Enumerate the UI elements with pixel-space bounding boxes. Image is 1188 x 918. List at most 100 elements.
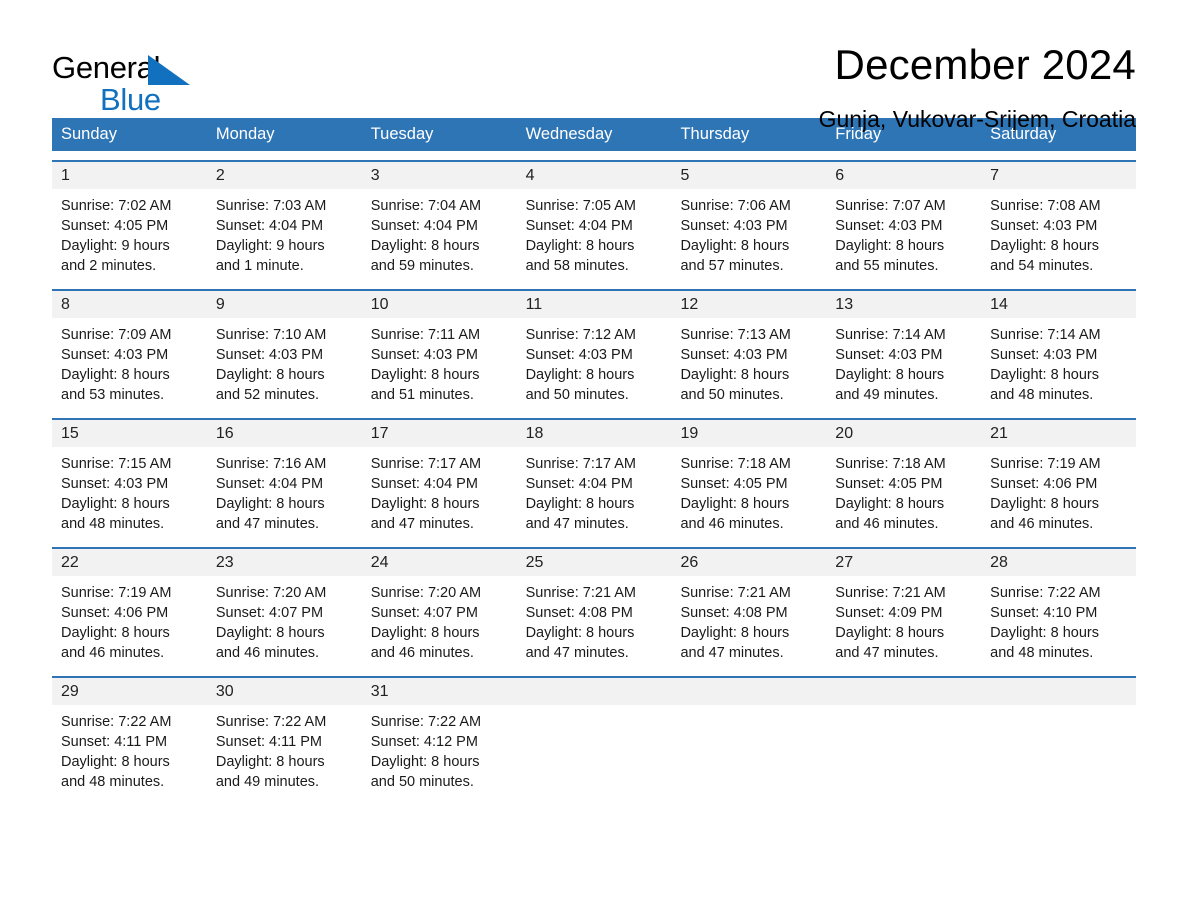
day-cell[interactable]: 27 Sunrise: 7:21 AM Sunset: 4:09 PM Dayl… (826, 549, 982, 667)
day-info (671, 705, 826, 712)
day-number-band: 10 (361, 291, 517, 318)
daylight-text-line1: Daylight: 8 hours (61, 625, 170, 641)
day-number-band: 23 (206, 549, 362, 576)
day-cell[interactable]: 5 Sunrise: 7:06 AM Sunset: 4:03 PM Dayli… (671, 162, 827, 280)
day-cell[interactable]: 13 Sunrise: 7:14 AM Sunset: 4:03 PM Dayl… (826, 291, 982, 409)
daylight-text-line1: Daylight: 8 hours (370, 625, 480, 641)
sunset-text: Sunset: 4:03 PM (835, 347, 943, 363)
day-number: 9 (215, 296, 225, 313)
sunset-text: Sunset: 4:11 PM (61, 734, 168, 750)
daylight-text-line1: Daylight: 8 hours (61, 496, 170, 512)
sunset-text: Sunset: 4:05 PM (680, 476, 788, 492)
daylight-text-line1: Daylight: 9 hours (61, 238, 170, 254)
daylight-text-line2: and 58 minutes. (525, 258, 629, 274)
daylight-text-line1: Daylight: 8 hours (990, 238, 1099, 254)
day-cell[interactable]: 25 Sunrise: 7:21 AM Sunset: 4:08 PM Dayl… (516, 549, 672, 667)
sunrise-text: Sunrise: 7:21 AM (680, 585, 791, 601)
day-info: Sunrise: 7:04 AM Sunset: 4:04 PM Dayligh… (362, 189, 517, 276)
day-cell[interactable]: 12 Sunrise: 7:13 AM Sunset: 4:03 PM Dayl… (671, 291, 827, 409)
sunrise-text: Sunrise: 7:19 AM (61, 585, 172, 601)
sunset-text: Sunset: 4:03 PM (61, 476, 169, 492)
day-number: 25 (525, 554, 544, 571)
daylight-text-line2: and 1 minute. (215, 258, 304, 274)
daylight-text-line2: and 52 minutes. (215, 387, 320, 403)
day-cell[interactable]: 26 Sunrise: 7:21 AM Sunset: 4:08 PM Dayl… (671, 549, 827, 667)
day-cell[interactable]: 23 Sunrise: 7:20 AM Sunset: 4:07 PM Dayl… (206, 549, 362, 667)
day-cell[interactable]: 21 Sunrise: 7:19 AM Sunset: 4:06 PM Dayl… (981, 420, 1137, 538)
day-number-band (516, 678, 672, 705)
day-number-band: 27 (826, 549, 982, 576)
sunrise-text: Sunrise: 7:09 AM (61, 327, 172, 343)
day-number-band: 14 (981, 291, 1137, 318)
day-cell[interactable]: 24 Sunrise: 7:20 AM Sunset: 4:07 PM Dayl… (361, 549, 517, 667)
day-cell[interactable]: 11 Sunrise: 7:12 AM Sunset: 4:03 PM Dayl… (516, 291, 672, 409)
sunset-text: Sunset: 4:03 PM (525, 347, 633, 363)
day-cell[interactable]: 6 Sunrise: 7:07 AM Sunset: 4:03 PM Dayli… (826, 162, 982, 280)
day-info: Sunrise: 7:18 AM Sunset: 4:05 PM Dayligh… (671, 447, 826, 534)
day-cell[interactable]: 22 Sunrise: 7:19 AM Sunset: 4:06 PM Dayl… (52, 549, 207, 667)
sunrise-text: Sunrise: 7:03 AM (215, 198, 327, 214)
day-cell[interactable]: 30 Sunrise: 7:22 AM Sunset: 4:11 PM Dayl… (206, 678, 362, 796)
sunset-text: Sunset: 4:03 PM (215, 347, 324, 363)
daylight-text-line1: Daylight: 8 hours (680, 367, 790, 383)
day-cell-empty (671, 678, 827, 796)
day-cell[interactable]: 17 Sunrise: 7:17 AM Sunset: 4:04 PM Dayl… (361, 420, 517, 538)
day-number: 20 (835, 425, 854, 442)
day-number: 6 (835, 167, 845, 184)
day-number: 4 (525, 167, 535, 184)
day-info: Sunrise: 7:03 AM Sunset: 4:04 PM Dayligh… (207, 189, 362, 276)
day-number: 30 (215, 683, 234, 700)
day-info: Sunrise: 7:06 AM Sunset: 4:03 PM Dayligh… (671, 189, 826, 276)
day-cell-empty (981, 678, 1137, 796)
sunrise-text: Sunrise: 7:07 AM (835, 198, 946, 214)
sunset-text: Sunset: 4:07 PM (370, 605, 478, 621)
day-info: Sunrise: 7:14 AM Sunset: 4:03 PM Dayligh… (981, 318, 1136, 405)
day-cell[interactable]: 28 Sunrise: 7:22 AM Sunset: 4:10 PM Dayl… (981, 549, 1137, 667)
day-cell[interactable]: 19 Sunrise: 7:18 AM Sunset: 4:05 PM Dayl… (671, 420, 827, 538)
daylight-text-line1: Daylight: 8 hours (370, 496, 480, 512)
daylight-text-line1: Daylight: 9 hours (215, 238, 325, 254)
day-cell[interactable]: 20 Sunrise: 7:18 AM Sunset: 4:05 PM Dayl… (826, 420, 982, 538)
day-cell[interactable]: 14 Sunrise: 7:14 AM Sunset: 4:03 PM Dayl… (981, 291, 1137, 409)
daylight-text-line1: Daylight: 8 hours (215, 754, 325, 770)
sunrise-text: Sunrise: 7:22 AM (215, 714, 327, 730)
daylight-text-line1: Daylight: 8 hours (835, 496, 945, 512)
triangle-icon (148, 55, 190, 85)
day-number-band: 29 (52, 678, 207, 705)
daylight-text-line1: Daylight: 8 hours (525, 625, 635, 641)
day-cell[interactable]: 7 Sunrise: 7:08 AM Sunset: 4:03 PM Dayli… (981, 162, 1137, 280)
day-info: Sunrise: 7:05 AM Sunset: 4:04 PM Dayligh… (517, 189, 672, 276)
day-cell[interactable]: 4 Sunrise: 7:05 AM Sunset: 4:04 PM Dayli… (516, 162, 672, 280)
daylight-text-line2: and 48 minutes. (990, 387, 1094, 403)
daylight-text-line2: and 46 minutes. (680, 516, 784, 532)
day-number-band: 18 (516, 420, 672, 447)
sunset-text: Sunset: 4:05 PM (835, 476, 943, 492)
day-cell[interactable]: 18 Sunrise: 7:17 AM Sunset: 4:04 PM Dayl… (516, 420, 672, 538)
daylight-text-line2: and 49 minutes. (835, 387, 939, 403)
day-cell[interactable]: 15 Sunrise: 7:15 AM Sunset: 4:03 PM Dayl… (52, 420, 207, 538)
day-info: Sunrise: 7:21 AM Sunset: 4:08 PM Dayligh… (671, 576, 826, 663)
daylight-text-line2: and 47 minutes. (835, 645, 939, 661)
day-cell[interactable]: 9 Sunrise: 7:10 AM Sunset: 4:03 PM Dayli… (206, 291, 362, 409)
general-blue-logo[interactable]: General Blue (52, 44, 202, 116)
daylight-text-line2: and 2 minutes. (61, 258, 157, 274)
day-cell[interactable]: 31 Sunrise: 7:22 AM Sunset: 4:12 PM Dayl… (361, 678, 517, 796)
sunrise-sunset-calendar: Sunday Monday Tuesday Wednesday Thursday… (52, 118, 1137, 796)
day-cell[interactable]: 2 Sunrise: 7:03 AM Sunset: 4:04 PM Dayli… (206, 162, 362, 280)
day-number-band: 4 (516, 162, 672, 189)
day-cell[interactable]: 10 Sunrise: 7:11 AM Sunset: 4:03 PM Dayl… (361, 291, 517, 409)
sunset-text: Sunset: 4:10 PM (990, 605, 1098, 621)
day-number: 12 (680, 296, 699, 313)
day-number: 11 (525, 296, 543, 313)
day-cell[interactable]: 8 Sunrise: 7:09 AM Sunset: 4:03 PM Dayli… (52, 291, 207, 409)
day-cell[interactable]: 29 Sunrise: 7:22 AM Sunset: 4:11 PM Dayl… (52, 678, 207, 796)
day-number-band: 22 (52, 549, 207, 576)
day-info (981, 705, 1136, 712)
sunset-text: Sunset: 4:04 PM (525, 218, 633, 234)
day-cell[interactable]: 16 Sunrise: 7:16 AM Sunset: 4:04 PM Dayl… (206, 420, 362, 538)
day-number-band: 13 (826, 291, 982, 318)
day-cell[interactable]: 1 Sunrise: 7:02 AM Sunset: 4:05 PM Dayli… (52, 162, 207, 280)
daylight-text-line2: and 47 minutes. (680, 645, 784, 661)
sunset-text: Sunset: 4:04 PM (215, 476, 324, 492)
day-cell[interactable]: 3 Sunrise: 7:04 AM Sunset: 4:04 PM Dayli… (361, 162, 517, 280)
